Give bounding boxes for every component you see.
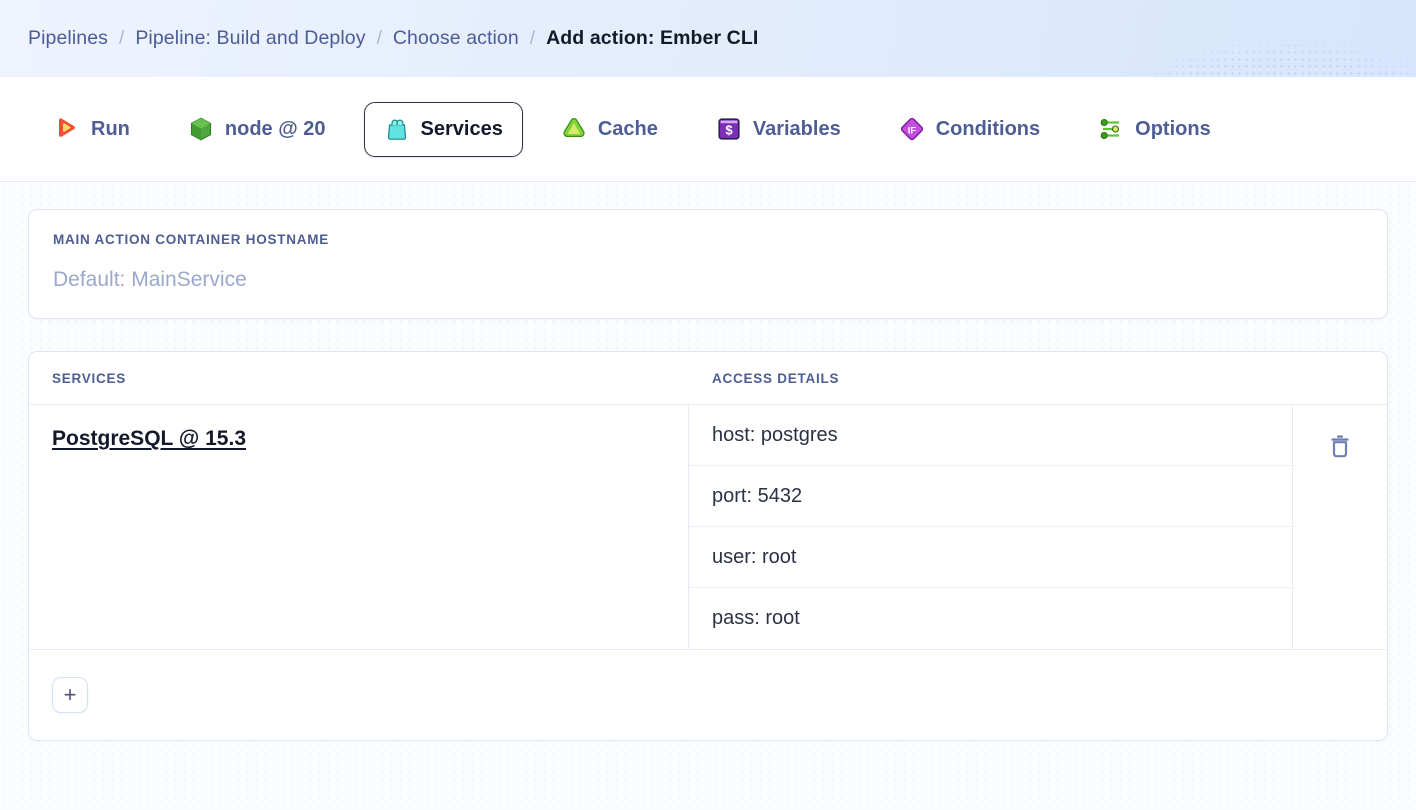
delete-service-button[interactable] bbox=[1324, 429, 1356, 463]
services-panel: MAIN ACTION CONTAINER HOSTNAME SERVICES … bbox=[0, 182, 1416, 810]
cache-icon bbox=[561, 116, 587, 142]
services-table-header: SERVICES ACCESS DETAILS bbox=[29, 352, 1387, 405]
node-cube-icon bbox=[188, 116, 214, 142]
breadcrumb-item-current: Add action: Ember CLI bbox=[546, 27, 759, 49]
breadcrumb-separator: / bbox=[376, 27, 382, 49]
breadcrumb-separator: / bbox=[119, 27, 125, 49]
breadcrumb: Pipelines / Pipeline: Build and Deploy /… bbox=[28, 27, 758, 50]
breadcrumb-separator: / bbox=[529, 27, 536, 49]
tab-run[interactable]: Run bbox=[34, 102, 150, 157]
tab-node[interactable]: node @ 20 bbox=[168, 102, 346, 157]
add-service-button[interactable]: + bbox=[52, 677, 88, 713]
svg-text:$: $ bbox=[725, 123, 733, 138]
breadcrumb-item-choose-action[interactable]: Choose action bbox=[393, 27, 519, 50]
access-detail-user: user: root bbox=[689, 527, 1292, 588]
play-icon bbox=[54, 116, 80, 142]
tab-run-label: Run bbox=[91, 117, 130, 140]
column-header-services: SERVICES bbox=[52, 370, 127, 386]
tab-node-label: node @ 20 bbox=[224, 117, 326, 140]
tab-cache[interactable]: Cache bbox=[541, 102, 678, 157]
variables-icon: $ bbox=[716, 116, 742, 142]
conditions-icon: IF bbox=[899, 116, 925, 142]
service-cell: PostgreSQL @ 15.3 bbox=[29, 405, 689, 649]
table-row: PostgreSQL @ 15.3 host: postgres port: 5… bbox=[29, 405, 1387, 649]
tab-conditions[interactable]: IF Conditions bbox=[879, 102, 1060, 157]
tab-conditions-label: Conditions bbox=[935, 117, 1041, 140]
tab-options-label: Options bbox=[1135, 117, 1211, 140]
services-icon bbox=[384, 116, 410, 142]
services-table: SERVICES ACCESS DETAILS PostgreSQL @ 15.… bbox=[28, 351, 1388, 741]
main-action-container-hostname-card: MAIN ACTION CONTAINER HOSTNAME bbox=[28, 209, 1388, 319]
access-detail-port: port: 5432 bbox=[689, 466, 1292, 527]
breadcrumb-item-pipelines[interactable]: Pipelines bbox=[28, 27, 108, 50]
options-icon bbox=[1098, 116, 1124, 142]
row-actions-cell bbox=[1292, 405, 1387, 649]
column-header-actions bbox=[1292, 352, 1387, 404]
tab-variables-label: Variables bbox=[752, 117, 841, 140]
services-table-footer: + bbox=[29, 649, 1387, 740]
tab-variables[interactable]: $ Variables bbox=[696, 102, 861, 157]
tab-options[interactable]: Options bbox=[1078, 102, 1231, 157]
tab-services-label: Services bbox=[420, 117, 503, 140]
access-detail-host: host: postgres bbox=[689, 405, 1292, 466]
tab-services[interactable]: Services bbox=[363, 101, 523, 157]
breadcrumb-item-pipeline[interactable]: Pipeline: Build and Deploy bbox=[135, 27, 365, 50]
trash-icon bbox=[1328, 435, 1352, 462]
service-link[interactable]: PostgreSQL @ 15.3 bbox=[52, 427, 246, 451]
action-tab-bar: Run node @ 20 Services Cache $ Variables… bbox=[0, 77, 1416, 182]
breadcrumb-bar: Pipelines / Pipeline: Build and Deploy /… bbox=[0, 0, 1416, 77]
svg-text:IF: IF bbox=[907, 125, 916, 136]
column-header-access-details: ACCESS DETAILS bbox=[712, 370, 840, 386]
access-detail-pass: pass: root bbox=[712, 607, 800, 629]
access-details-cell: host: postgres port: 5432 user: root pas… bbox=[689, 405, 1292, 649]
hostname-input[interactable] bbox=[53, 268, 1363, 292]
tab-cache-label: Cache bbox=[597, 117, 658, 140]
hostname-field-label: MAIN ACTION CONTAINER HOSTNAME bbox=[53, 232, 329, 247]
